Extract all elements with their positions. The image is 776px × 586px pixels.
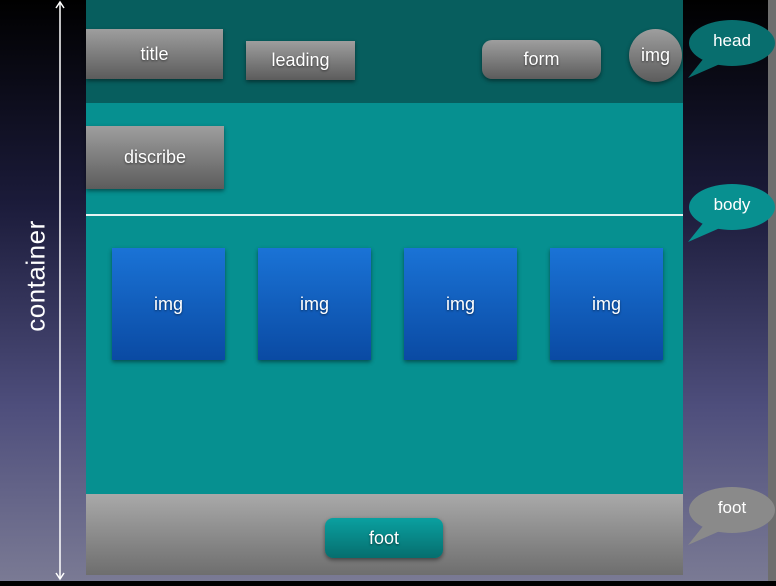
body-divider: [86, 214, 683, 216]
image-tile-3: img: [404, 248, 517, 360]
callout-head-label: head: [713, 31, 751, 50]
image-tile-1: img: [112, 248, 225, 360]
container-label: container: [20, 220, 51, 332]
image-tile-4: img: [550, 248, 663, 360]
leading-block: leading: [246, 41, 355, 80]
container-height-arrow: [52, 0, 68, 581]
callout-foot-label: foot: [717, 498, 747, 517]
describe-block: discribe: [86, 126, 224, 189]
callout-body: body: [686, 182, 776, 244]
callout-body-label: body: [713, 195, 751, 214]
callout-foot: foot: [686, 485, 776, 547]
form-block: form: [482, 40, 601, 79]
head-image-circle: img: [629, 29, 682, 82]
callout-head: head: [686, 18, 776, 80]
title-block: title: [86, 29, 223, 79]
foot-block: foot: [325, 518, 443, 558]
image-tile-2: img: [258, 248, 371, 360]
